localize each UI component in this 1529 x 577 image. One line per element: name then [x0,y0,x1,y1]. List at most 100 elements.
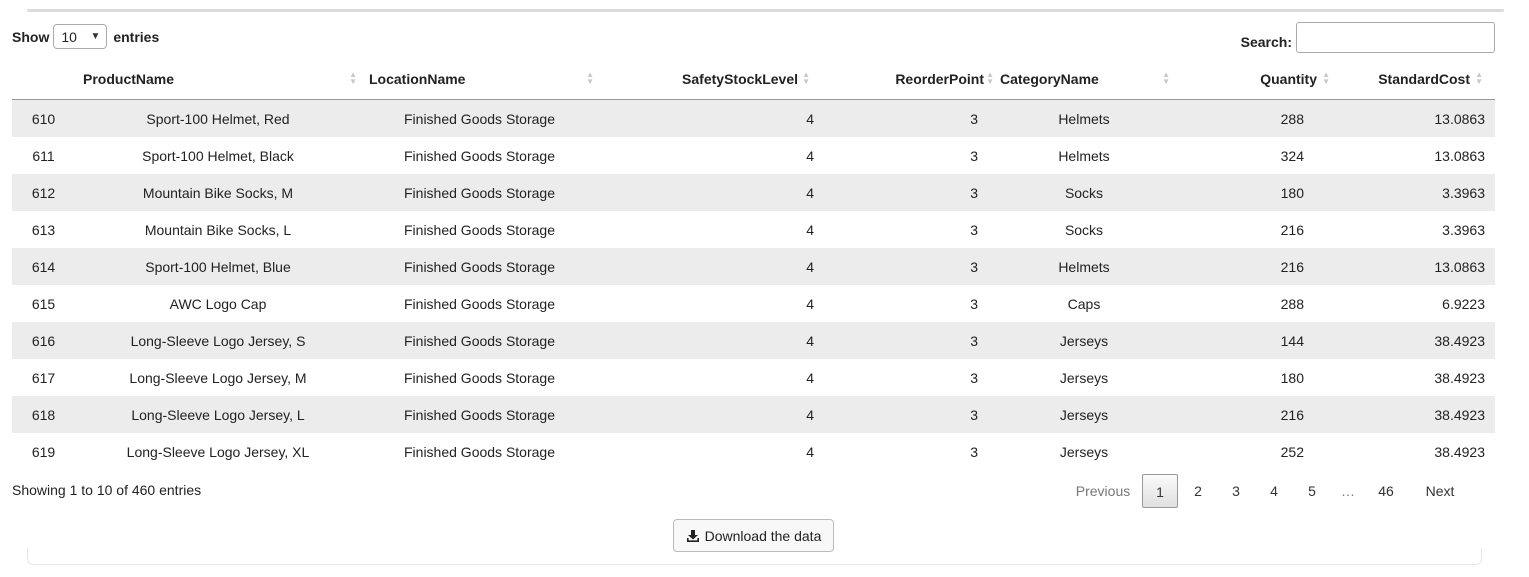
table-row[interactable]: 617 Long-Sleeve Logo Jersey, M Finished Go… [12,359,1495,396]
cell-categoryname: Helmets [994,248,1174,285]
download-button-label: Download the data [704,527,822,544]
cell-locationname: Finished Goods Storage [404,369,555,386]
table-row[interactable]: 614 Sport-100 Helmet, Blue Finished Goods … [12,248,1495,285]
cell-id: 616 [12,322,75,359]
table-row[interactable]: 619 Long-Sleeve Logo Jersey, XL Finished G… [12,433,1495,470]
cell-id: 614 [12,248,75,285]
cell-categoryname: Socks [994,174,1174,211]
cell-quantity: 216 [1174,248,1304,285]
pagination-page-5[interactable]: 5 [1294,474,1330,508]
table-row[interactable]: 610 Sport-100 Helmet, Red Finished Goods S… [12,99,1495,137]
sort-icon: ▲ ▼ [586,70,594,86]
col-header-categoryname[interactable]: CategoryName ▲ ▼ [994,60,1174,100]
sort-icon: ▲ ▼ [1475,70,1483,86]
cell-reorderpoint: 3 [970,443,978,460]
cell-productname: Long-Sleeve Logo Jersey, M [129,369,307,386]
download-button[interactable]: Download the data [673,519,834,552]
col-header-quantity[interactable]: Quantity ▲ ▼ [1174,60,1330,100]
cell-categoryname: Jerseys [1059,369,1109,386]
col-header-label: CategoryName [1000,71,1099,87]
col-header-standardcost[interactable]: StandardCost ▲ ▼ [1304,60,1495,100]
col-header-label: StandardCost [1378,71,1470,87]
pagination: Previous 1 2 3 4 5 … 46 Next [1066,473,1468,509]
cell-categoryname: Jerseys [994,322,1174,359]
col-header-reorderpoint[interactable]: ReorderPoint ▲ ▼ [814,60,994,100]
cell-safetystocklevel: 4 [806,221,814,238]
entries-select-value: 10 [61,28,77,45]
cell-reorderpoint: 3 [814,248,994,285]
cell-quantity: 180 [1280,369,1304,386]
sort-icon: ▲ ▼ [349,70,357,86]
cell-id: 617 [31,369,56,386]
table-row[interactable]: 618 Long-Sleeve Logo Jersey, L Finished Go… [12,396,1495,433]
data-table: ProductName ▲ ▼ LocationName ▲ ▼ SafetySto… [12,60,1495,470]
cell-reorderpoint: 3 [970,295,978,312]
sort-icon: ▲ ▼ [986,70,994,86]
table-row[interactable]: 616 Long-Sleeve Logo Jersey, S Finished Go… [12,322,1495,359]
pagination-previous[interactable]: Previous [1066,483,1140,499]
pagination-page-1[interactable]: 1 [1142,474,1178,508]
cell-reorderpoint: 3 [814,174,994,211]
cell-standardcost: 13.0863 [1434,147,1485,164]
cell-locationname: Finished Goods Storage [404,443,555,460]
cell-safetystocklevel: 4 [598,174,814,211]
cell-locationname: Finished Goods Storage [361,248,598,285]
cell-productname: Long-Sleeve Logo Jersey, S [75,322,361,359]
cell-quantity: 324 [1280,147,1304,164]
length-control: Show 10 ▼ entries [12,23,159,50]
col-header-productname[interactable]: ProductName ▲ ▼ [75,60,361,100]
cell-categoryname: Caps [1067,295,1101,312]
cell-locationname: Finished Goods Storage [361,322,598,359]
table-info: Showing 1 to 10 of 460 entries [12,482,202,498]
col-header-label: SafetyStockLevel [682,71,798,87]
pagination-next[interactable]: Next [1412,483,1468,499]
cell-safetystocklevel: 4 [598,248,814,285]
cell-categoryname: Jerseys [1059,443,1109,460]
table-row[interactable]: 611 Sport-100 Helmet, Black Finished Goods… [12,137,1495,174]
show-label: Show [12,28,50,45]
cell-id: 610 [12,99,75,137]
cell-safetystocklevel: 4 [598,322,814,359]
col-header-safetystocklevel[interactable]: SafetyStockLevel ▲ ▼ [598,60,814,100]
cell-standardcost: 38.4923 [1304,396,1495,433]
cell-standardcost: 38.4923 [1434,369,1485,386]
download-icon [686,529,699,542]
cell-standardcost: 6.9223 [1442,295,1485,312]
table-row[interactable]: 613 Mountain Bike Socks, L Finished Goods … [12,211,1495,248]
pagination-page-2[interactable]: 2 [1180,474,1216,508]
cell-standardcost: 38.4923 [1434,443,1485,460]
cell-productname: Mountain Bike Socks, M [75,174,361,211]
sort-icon: ▲ ▼ [802,70,810,86]
pagination-ellipsis: … [1341,483,1355,499]
cell-categoryname: Helmets [1058,147,1110,164]
cell-reorderpoint: 3 [814,322,994,359]
cell-reorderpoint: 3 [970,147,978,164]
table-row[interactable]: 615 AWC Logo Cap Finished Goods Storage 4 3 C… [12,285,1495,322]
cell-id: 615 [31,295,56,312]
pagination-page-3[interactable]: 3 [1218,474,1254,508]
table-body: 610 Sport-100 Helmet, Red Finished Goods S… [12,99,1495,471]
cell-reorderpoint: 3 [970,221,978,238]
col-header-label: ReorderPoint [895,71,984,87]
pagination-page-4[interactable]: 4 [1256,474,1292,508]
pagination-page-last[interactable]: 46 [1368,474,1404,508]
table-row[interactable]: 612 Mountain Bike Socks, M Finished Goods … [12,174,1495,211]
cell-categoryname: Helmets [994,99,1174,137]
cell-productname: Long-Sleeve Logo Jersey, XL [126,443,310,460]
entries-select[interactable]: 10 ▼ [53,24,108,49]
cell-quantity: 216 [1174,396,1304,433]
cell-quantity: 180 [1174,174,1304,211]
col-header-index [12,60,75,100]
cell-quantity: 288 [1280,295,1304,312]
cell-standardcost: 13.0863 [1304,248,1495,285]
cell-categoryname: Jerseys [994,396,1174,433]
cell-productname: Sport-100 Helmet, Blue [75,248,361,285]
col-header-label: LocationName [369,71,466,87]
cell-reorderpoint: 3 [814,99,994,137]
cell-locationname: Finished Goods Storage [361,99,598,137]
search-input[interactable] [1296,22,1495,53]
cell-locationname: Finished Goods Storage [404,221,555,238]
search-control: Search: [1241,22,1495,53]
col-header-locationname[interactable]: LocationName ▲ ▼ [361,60,598,100]
cell-safetystocklevel: 4 [806,147,814,164]
